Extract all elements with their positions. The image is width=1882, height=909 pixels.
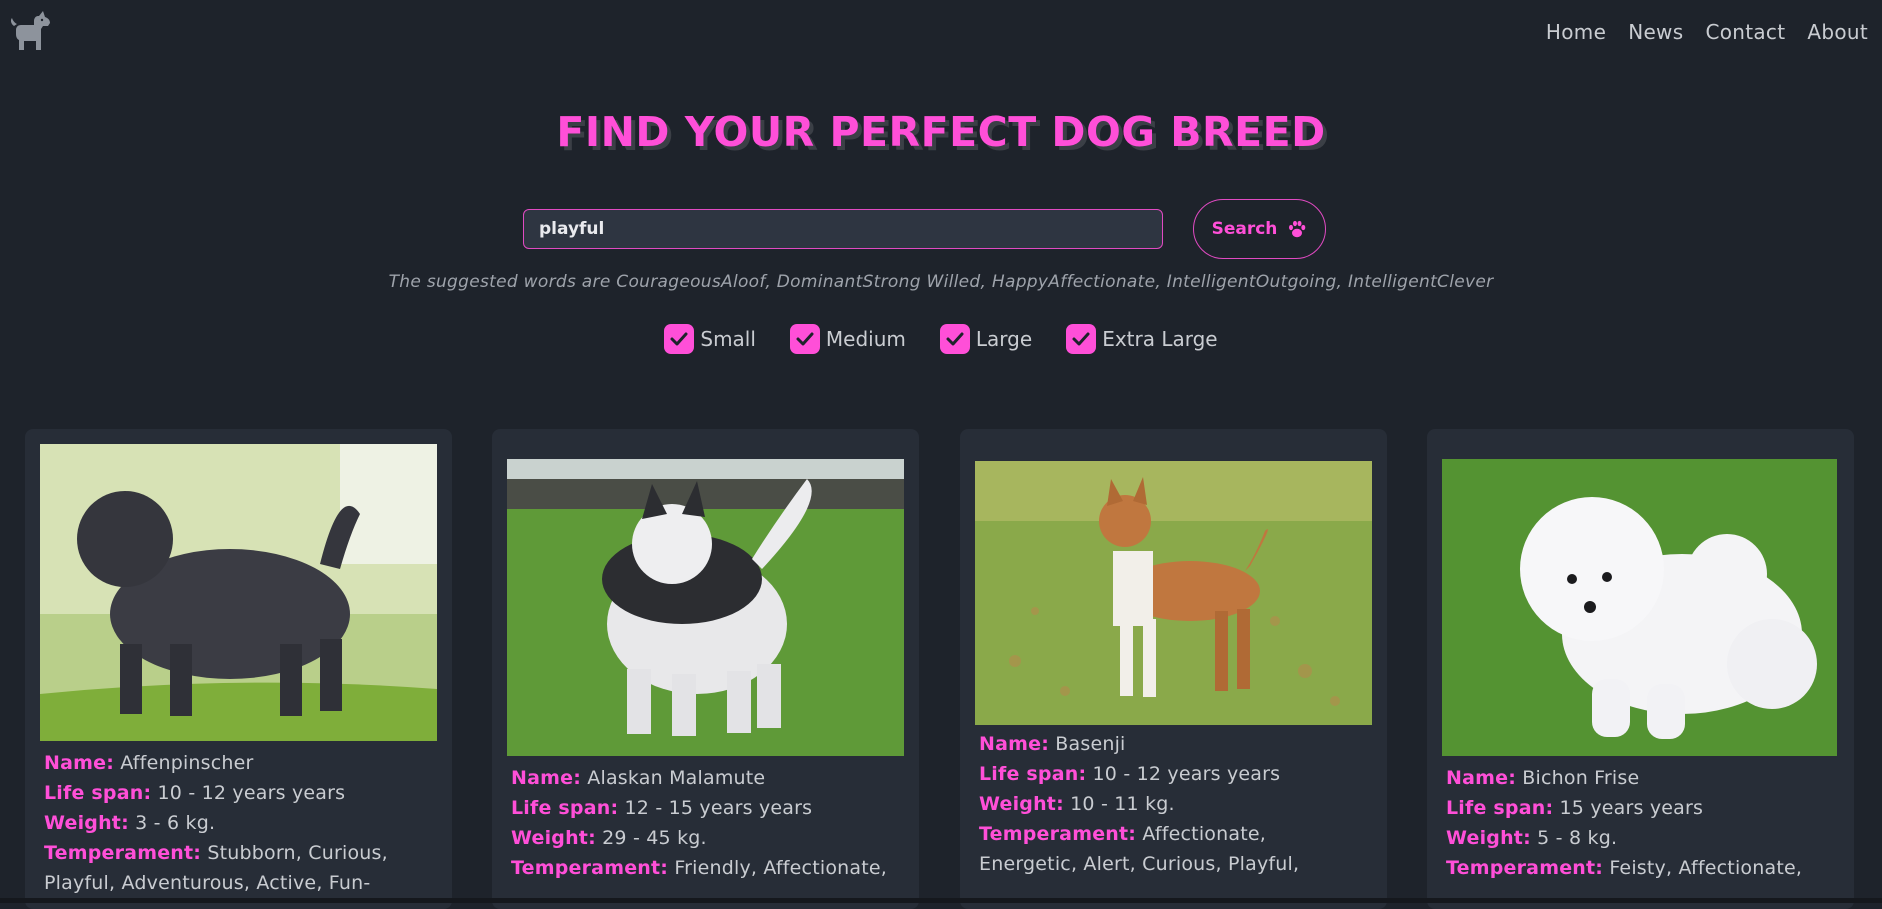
breed-name-row: Name: Basenji xyxy=(979,729,1373,759)
breed-photo xyxy=(507,459,904,756)
filter-small[interactable]: Small xyxy=(664,324,756,354)
search-button[interactable]: Search xyxy=(1193,199,1326,259)
filter-label: Large xyxy=(975,327,1033,351)
weight-value: 3 - 6 kg. xyxy=(135,812,216,834)
viewport-bottom-edge xyxy=(0,898,1882,903)
temperament-value: Affectionate, xyxy=(1142,823,1266,845)
life-span-label: Life span: xyxy=(511,797,619,819)
breed-name-row: Name: Alaskan Malamute xyxy=(511,763,905,793)
search-button-label: Search xyxy=(1211,219,1278,239)
check-icon xyxy=(946,332,964,346)
main-nav: Home News Contact About xyxy=(1546,20,1868,44)
filter-medium[interactable]: Medium xyxy=(789,324,906,354)
filter-label: Extra Large xyxy=(1102,327,1218,351)
filter-large[interactable]: Large xyxy=(939,324,1033,354)
dog-icon[interactable] xyxy=(9,10,53,52)
paw-icon xyxy=(1289,220,1306,238)
nav-news[interactable]: News xyxy=(1628,20,1683,44)
checkbox-extra-large[interactable] xyxy=(1066,324,1097,354)
temperament-value-cont: Energetic, Alert, Curious, Playful, xyxy=(979,853,1300,875)
life-span-label: Life span: xyxy=(1446,797,1554,819)
weight-row: Weight: 3 - 6 kg. xyxy=(44,808,438,838)
temperament-value: Stubborn, Curious, xyxy=(207,842,388,864)
breed-info: Name: Affenpinscher Life span: 10 - 12 y… xyxy=(44,748,438,898)
nav-home[interactable]: Home xyxy=(1546,20,1606,44)
life-span-value: 10 - 12 years years xyxy=(157,782,346,804)
breed-card[interactable]: Name: Affenpinscher Life span: 10 - 12 y… xyxy=(25,429,452,909)
life-span-row: Life span: 10 - 12 years years xyxy=(979,759,1373,789)
filter-extra-large[interactable]: Extra Large xyxy=(1066,324,1218,354)
name-label: Name: xyxy=(1446,767,1517,789)
breed-name: Basenji xyxy=(1055,733,1126,755)
search-input[interactable] xyxy=(523,209,1163,249)
check-icon xyxy=(1072,332,1090,346)
filter-label: Medium xyxy=(825,327,906,351)
breed-name: Affenpinscher xyxy=(120,752,254,774)
temperament-value-cont: Playful, Adventurous, Active, Fun- xyxy=(44,872,371,894)
weight-label: Weight: xyxy=(511,827,596,849)
name-label: Name: xyxy=(44,752,115,774)
weight-label: Weight: xyxy=(1446,827,1531,849)
weight-row: Weight: 5 - 8 kg. xyxy=(1446,823,1840,853)
temperament-row: Temperament: Friendly, Affectionate, xyxy=(511,853,905,883)
breed-name: Bichon Frise xyxy=(1522,767,1640,789)
checkbox-medium[interactable] xyxy=(789,324,820,354)
breed-name-row: Name: Affenpinscher xyxy=(44,748,438,778)
nav-contact[interactable]: Contact xyxy=(1705,20,1785,44)
check-icon xyxy=(670,332,688,346)
temperament-value: Friendly, Affectionate, xyxy=(674,857,888,879)
breed-card[interactable]: Name: Basenji Life span: 10 - 12 years y… xyxy=(960,429,1387,909)
name-label: Name: xyxy=(511,767,582,789)
breed-photo xyxy=(975,461,1372,725)
filter-label: Small xyxy=(700,327,756,351)
breed-name-row: Name: Bichon Frise xyxy=(1446,763,1840,793)
weight-value: 5 - 8 kg. xyxy=(1537,827,1618,849)
temperament-label: Temperament: xyxy=(1446,857,1604,879)
temperament-label: Temperament: xyxy=(979,823,1137,845)
weight-value: 10 - 11 kg. xyxy=(1070,793,1175,815)
breed-info: Name: Basenji Life span: 10 - 12 years y… xyxy=(979,729,1373,879)
temperament-row: Temperament: Stubborn, Curious, xyxy=(44,838,438,868)
nav-about[interactable]: About xyxy=(1807,20,1868,44)
life-span-label: Life span: xyxy=(979,763,1087,785)
weight-label: Weight: xyxy=(979,793,1064,815)
weight-row: Weight: 29 - 45 kg. xyxy=(511,823,905,853)
temperament-value: Feisty, Affectionate, xyxy=(1609,857,1803,879)
life-span-row: Life span: 10 - 12 years years xyxy=(44,778,438,808)
life-span-value: 15 years years xyxy=(1559,797,1704,819)
temperament-row: Temperament: Feisty, Affectionate, xyxy=(1446,853,1840,883)
temperament-label: Temperament: xyxy=(511,857,669,879)
life-span-value: 12 - 15 years years xyxy=(624,797,813,819)
breed-name: Alaskan Malamute xyxy=(587,767,766,789)
page-title: FIND YOUR PERFECT DOG BREED xyxy=(556,108,1326,156)
weight-value: 29 - 45 kg. xyxy=(602,827,707,849)
temperament-row: Temperament: Affectionate, xyxy=(979,819,1373,849)
name-label: Name: xyxy=(979,733,1050,755)
breed-card[interactable]: Name: Alaskan Malamute Life span: 12 - 1… xyxy=(492,429,919,909)
breed-info: Name: Alaskan Malamute Life span: 12 - 1… xyxy=(511,763,905,883)
checkbox-large[interactable] xyxy=(939,324,970,354)
check-icon xyxy=(796,332,814,346)
breed-card[interactable]: Name: Bichon Frise Life span: 15 years y… xyxy=(1427,429,1854,909)
life-span-value: 10 - 12 years years xyxy=(1092,763,1281,785)
life-span-label: Life span: xyxy=(44,782,152,804)
breed-photo xyxy=(1442,459,1837,756)
breed-info: Name: Bichon Frise Life span: 15 years y… xyxy=(1446,763,1840,883)
weight-label: Weight: xyxy=(44,812,129,834)
checkbox-small[interactable] xyxy=(664,324,695,354)
suggested-words: The suggested words are CourageousAloof,… xyxy=(388,272,1494,292)
top-bar: Home News Contact About xyxy=(0,0,1882,64)
size-filters: Small Medium Large Extra Large xyxy=(0,324,1882,354)
life-span-row: Life span: 15 years years xyxy=(1446,793,1840,823)
weight-row: Weight: 10 - 11 kg. xyxy=(979,789,1373,819)
breed-photo xyxy=(40,444,437,741)
temperament-label: Temperament: xyxy=(44,842,202,864)
life-span-row: Life span: 12 - 15 years years xyxy=(511,793,905,823)
